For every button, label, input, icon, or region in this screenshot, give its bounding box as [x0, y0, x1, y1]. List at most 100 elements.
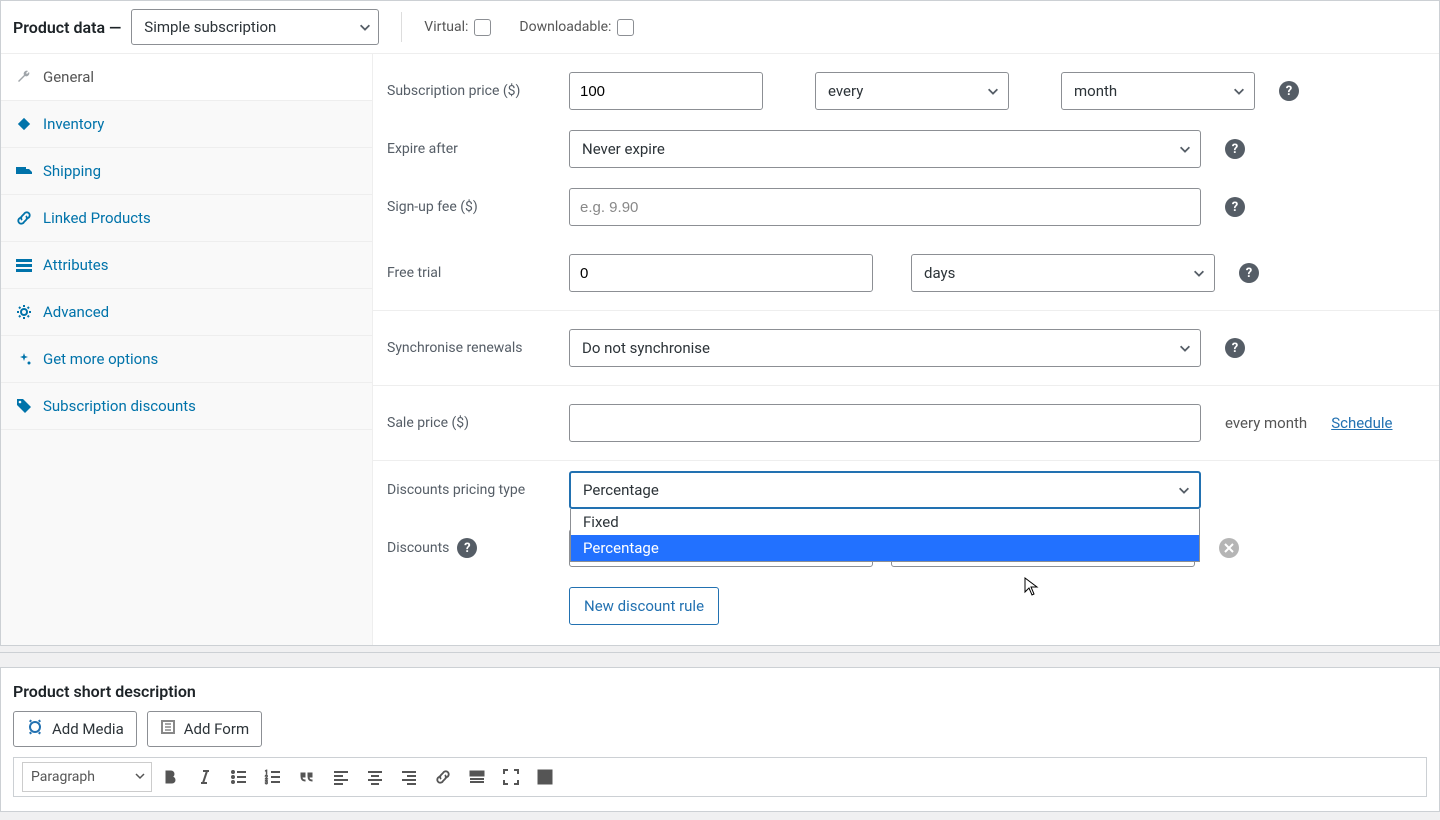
insert-more-button[interactable] — [462, 762, 492, 792]
help-icon[interactable]: ? — [1279, 81, 1299, 101]
virtual-checkbox[interactable] — [474, 19, 491, 36]
bold-button[interactable] — [156, 762, 186, 792]
expire-after-label: Expire after — [387, 141, 555, 157]
align-right-button[interactable] — [394, 762, 424, 792]
virtual-label: Virtual: — [424, 19, 468, 35]
help-icon[interactable]: ? — [1239, 263, 1259, 283]
subscription-price-input[interactable] — [569, 72, 763, 110]
signup-fee-label: Sign-up fee ($) — [387, 199, 555, 215]
format-select[interactable]: Paragraph — [22, 762, 152, 792]
italic-button[interactable] — [190, 762, 220, 792]
link-icon — [15, 209, 33, 227]
help-icon[interactable]: ? — [457, 538, 477, 558]
sparkle-icon — [15, 350, 33, 368]
tab-linked-products[interactable]: Linked Products — [1, 195, 372, 242]
product-type-value: Simple subscription — [132, 18, 310, 36]
tab-inventory[interactable]: Inventory — [1, 101, 372, 148]
chevron-down-icon — [1192, 266, 1206, 280]
chevron-down-icon — [1178, 341, 1192, 355]
expire-after-value: Never expire — [570, 140, 699, 158]
tab-general[interactable]: General — [1, 54, 372, 101]
sync-renewals-label: Synchronise renewals — [387, 340, 555, 356]
expire-after-select[interactable]: Never expire — [569, 130, 1201, 168]
signup-fee-input[interactable] — [569, 188, 1201, 226]
tab-attributes[interactable]: Attributes — [1, 242, 372, 289]
help-icon[interactable]: ? — [1225, 338, 1245, 358]
sale-price-label: Sale price ($) — [387, 415, 555, 431]
new-discount-rule-button[interactable]: New discount rule — [569, 587, 719, 625]
tab-label: Attributes — [43, 256, 109, 274]
blockquote-button[interactable] — [292, 762, 322, 792]
add-media-button[interactable]: Add Media — [13, 711, 137, 747]
fullscreen-button[interactable] — [496, 762, 526, 792]
format-select-label: Paragraph — [31, 769, 95, 785]
gear-icon — [15, 303, 33, 321]
media-icon — [26, 719, 44, 739]
insert-link-button[interactable] — [428, 762, 458, 792]
general-panel: Subscription price ($) every month ? Exp… — [373, 54, 1439, 645]
add-form-button[interactable]: Add Form — [147, 711, 262, 747]
help-icon[interactable]: ? — [1225, 197, 1245, 217]
virtual-option: Virtual: — [424, 19, 491, 36]
billing-interval-value: every — [816, 82, 897, 100]
downloadable-option: Downloadable: — [519, 19, 634, 36]
tag-icon — [15, 397, 33, 415]
numbered-list-button[interactable]: 123 — [258, 762, 288, 792]
billing-period-select[interactable]: month — [1061, 72, 1255, 110]
tab-label: Subscription discounts — [43, 397, 196, 415]
align-left-button[interactable] — [326, 762, 356, 792]
sync-renewals-value: Do not synchronise — [570, 339, 744, 357]
tab-subscription-discounts[interactable]: Subscription discounts — [1, 383, 372, 430]
panel-header: Product data — Simple subscription Virtu… — [1, 1, 1439, 54]
tab-shipping[interactable]: Shipping — [1, 148, 372, 195]
tab-label: Advanced — [43, 303, 109, 321]
pricing-option-percentage[interactable]: Percentage — [571, 535, 1199, 561]
tab-get-more-options[interactable]: Get more options — [1, 336, 372, 383]
pricing-option-fixed[interactable]: Fixed — [571, 509, 1199, 535]
sync-renewals-select[interactable]: Do not synchronise — [569, 329, 1201, 367]
chevron-down-icon — [986, 84, 1000, 98]
svg-text:3: 3 — [265, 780, 268, 786]
toolbar-toggle-button[interactable] — [530, 762, 560, 792]
caret-down-icon — [135, 769, 145, 785]
align-center-button[interactable] — [360, 762, 390, 792]
sale-period-text: every month — [1225, 414, 1307, 432]
discounts-pricing-type-label: Discounts pricing type — [387, 482, 555, 498]
tab-advanced[interactable]: Advanced — [1, 289, 372, 336]
panel-title: Product data — — [13, 18, 121, 37]
tab-label: Linked Products — [43, 209, 151, 227]
remove-rule-icon[interactable] — [1219, 538, 1239, 558]
chevron-down-icon — [1178, 142, 1192, 156]
sale-price-input[interactable] — [569, 404, 1201, 442]
discounts-label: Discounts — [387, 540, 449, 556]
discounts-pricing-type-select[interactable]: Percentage Fixed Percentage — [569, 471, 1201, 509]
editor-toolbar: Paragraph 123 — [13, 757, 1427, 797]
wrench-icon — [15, 68, 33, 86]
chevron-down-icon — [358, 20, 372, 34]
add-media-label: Add Media — [52, 720, 124, 738]
form-icon — [160, 719, 176, 739]
diamond-icon — [15, 115, 33, 133]
pricing-option-label: Percentage — [583, 539, 659, 557]
free-trial-unit-select[interactable]: days — [911, 254, 1215, 292]
list-icon — [15, 256, 33, 274]
tab-label: Inventory — [43, 115, 104, 133]
free-trial-input[interactable] — [569, 254, 873, 292]
bulleted-list-button[interactable] — [224, 762, 254, 792]
subscription-price-label: Subscription price ($) — [387, 83, 555, 99]
pricing-type-dropdown: Fixed Percentage — [570, 509, 1200, 562]
billing-interval-select[interactable]: every — [815, 72, 1009, 110]
downloadable-checkbox[interactable] — [617, 19, 634, 36]
chevron-down-icon — [1232, 84, 1246, 98]
tab-label: Get more options — [43, 350, 158, 368]
schedule-link[interactable]: Schedule — [1331, 414, 1392, 432]
new-discount-rule-label: New discount rule — [584, 597, 704, 615]
help-icon[interactable]: ? — [1225, 139, 1245, 159]
truck-icon — [15, 162, 33, 180]
billing-period-value: month — [1062, 82, 1151, 100]
tab-label: Shipping — [43, 162, 101, 180]
free-trial-label: Free trial — [387, 265, 555, 281]
product-type-select[interactable]: Simple subscription — [131, 9, 379, 45]
product-data-sidebar: General Inventory Shipping Linked Produc… — [1, 54, 373, 645]
add-form-label: Add Form — [184, 720, 249, 738]
